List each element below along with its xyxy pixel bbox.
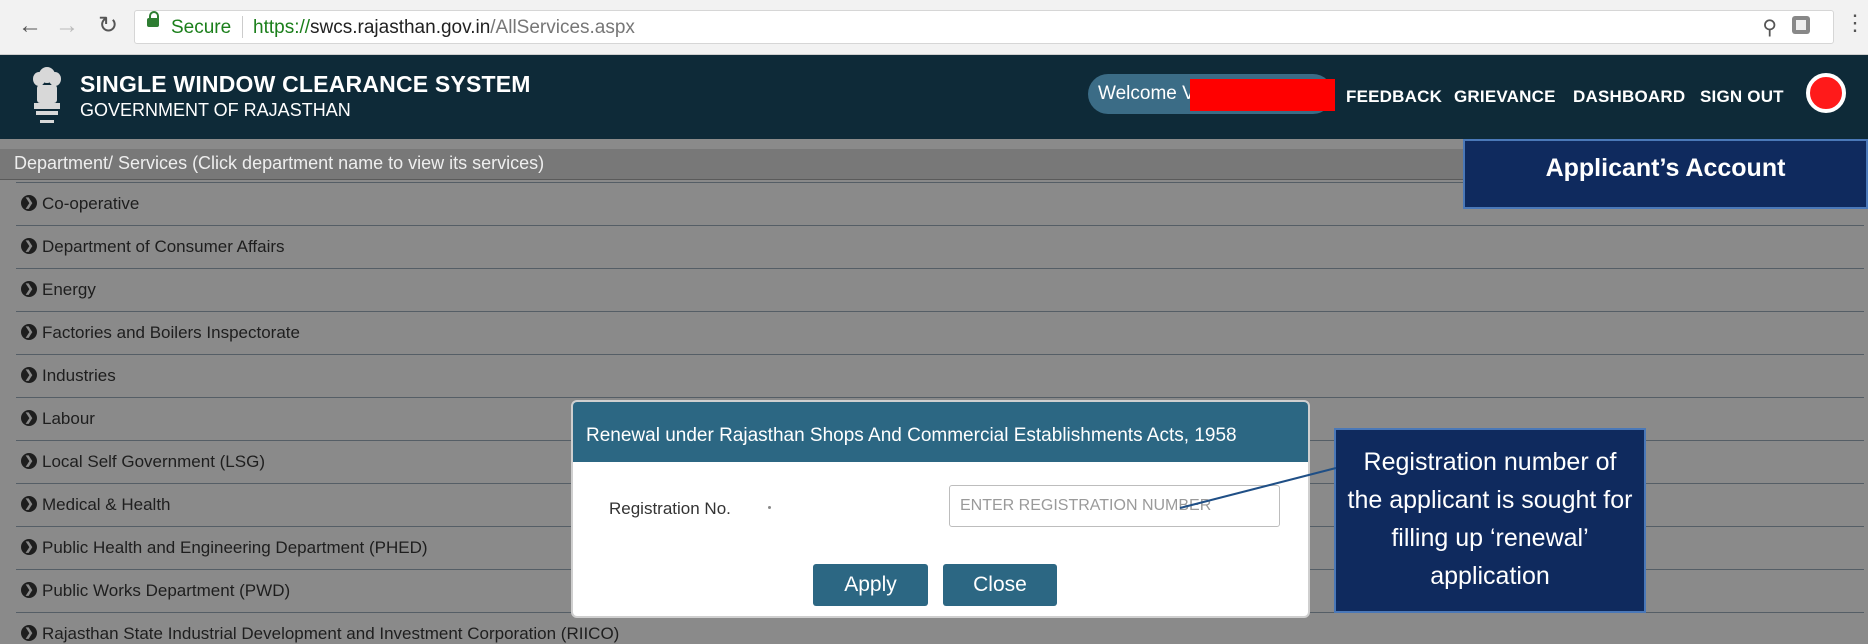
department-item[interactable]: ❯ Department of Consumer Affairs [16, 225, 1864, 268]
nav-grievance[interactable]: GRIEVANCE [1454, 87, 1556, 107]
zoom-icon[interactable]: ⚲ [1762, 15, 1777, 40]
department-label[interactable]: Industries [42, 366, 116, 386]
applicant-account-label: Applicant’s Account [1545, 154, 1786, 182]
department-label[interactable]: Co-operative [42, 194, 139, 214]
department-label[interactable]: Rajasthan State Industrial Development a… [42, 624, 619, 644]
chevron-right-icon: ❯ [21, 324, 37, 340]
department-label[interactable]: Local Self Government (LSG) [42, 452, 265, 472]
department-label[interactable]: Public Health and Engineering Department… [42, 538, 428, 558]
chevron-right-icon: ❯ [21, 410, 37, 426]
url-protocol: https:// [253, 17, 311, 38]
department-label[interactable]: Energy [42, 280, 96, 300]
back-arrow-icon[interactable]: ← [18, 14, 42, 38]
chevron-right-icon: ❯ [21, 367, 37, 383]
site-title: SINGLE WINDOW CLEARANCE SYSTEM [80, 71, 531, 97]
modal-title: Renewal under Rajasthan Shops And Commer… [586, 425, 1237, 446]
welcome-text: Welcome V [1098, 83, 1195, 104]
department-item[interactable]: ❯ Energy [16, 268, 1864, 311]
modal-header: Renewal under Rajasthan Shops And Commer… [573, 402, 1308, 462]
chevron-right-icon: ❯ [21, 496, 37, 512]
avatar[interactable] [1806, 73, 1846, 113]
close-button[interactable]: Close [943, 564, 1057, 606]
department-label[interactable]: Labour [42, 409, 95, 429]
nav-dashboard[interactable]: DASHBOARD [1573, 87, 1685, 107]
state-emblem-icon [33, 67, 61, 123]
department-item[interactable]: ❯ Factories and Boilers Inspectorate [16, 311, 1864, 354]
extension-icon[interactable] [1792, 16, 1810, 34]
nav-sign-out[interactable]: SIGN OUT [1700, 87, 1784, 107]
chevron-right-icon: ❯ [21, 453, 37, 469]
welcome-badge: Welcome V [1088, 74, 1335, 114]
address-bar[interactable]: Secure https://swcs.rajasthan.gov.in/All… [134, 10, 1834, 44]
applicant-account-callout: Applicant’s Account [1463, 139, 1868, 209]
redaction-box [1190, 79, 1335, 111]
department-label[interactable]: Medical & Health [42, 495, 171, 515]
reload-icon[interactable]: ↻ [98, 14, 118, 38]
site-subtitle: GOVERNMENT OF RAJASTHAN [80, 100, 351, 120]
apply-button[interactable]: Apply [813, 564, 928, 606]
url-path: /AllServices.aspx [490, 17, 635, 38]
site-header: SINGLE WINDOW CLEARANCE SYSTEM GOVERNMEN… [0, 55, 1868, 139]
department-label[interactable]: Public Works Department (PWD) [42, 581, 290, 601]
chevron-right-icon: ❯ [21, 238, 37, 254]
chevron-right-icon: ❯ [21, 582, 37, 598]
nav-feedback[interactable]: FEEDBACK [1346, 87, 1442, 107]
chevron-right-icon: ❯ [21, 195, 37, 211]
url-host: swcs.rajasthan.gov.in [310, 17, 491, 38]
lock-icon [147, 11, 159, 27]
renewal-modal: Renewal under Rajasthan Shops And Commer… [571, 400, 1310, 618]
required-marker [768, 506, 771, 509]
forward-arrow-icon[interactable]: → [55, 14, 79, 38]
secure-label: Secure [171, 17, 232, 38]
registration-callout: Registration number of the applicant is … [1334, 428, 1646, 613]
browser-toolbar: ← → ↻ Secure https://swcs.rajasthan.gov.… [0, 0, 1868, 55]
department-item[interactable]: ❯ Industries [16, 354, 1864, 397]
url-divider [242, 16, 243, 38]
browser-menu-icon[interactable]: ⋮ [1844, 12, 1866, 34]
registration-number-input[interactable] [949, 485, 1280, 527]
registration-label: Registration No. [609, 499, 731, 518]
url-text[interactable]: https://swcs.rajasthan.gov.in/AllService… [253, 17, 635, 39]
chevron-right-icon: ❯ [21, 281, 37, 297]
department-label[interactable]: Factories and Boilers Inspectorate [42, 323, 300, 343]
registration-callout-text: Registration number of the applicant is … [1347, 448, 1633, 590]
department-label[interactable]: Department of Consumer Affairs [42, 237, 285, 257]
chevron-right-icon: ❯ [21, 539, 37, 555]
